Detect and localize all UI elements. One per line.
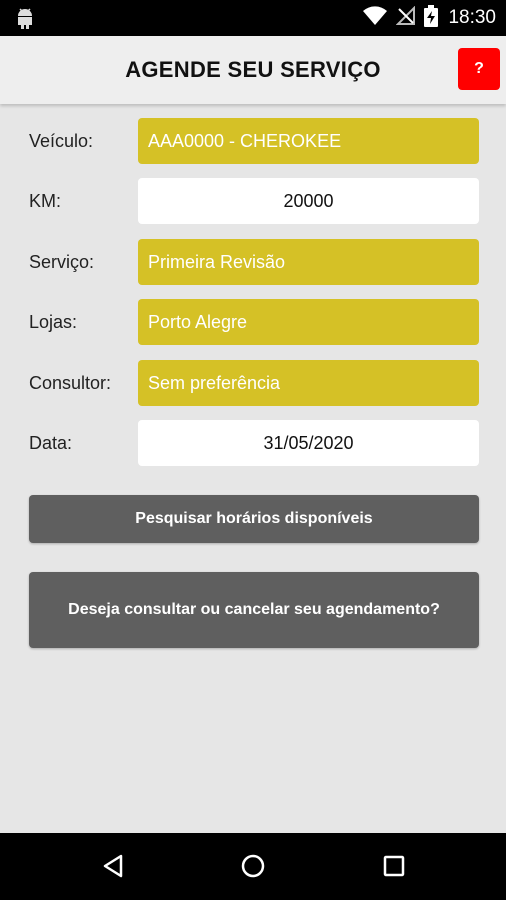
help-button[interactable]: ?: [458, 48, 500, 90]
status-time: 18:30: [448, 7, 496, 28]
veiculo-select[interactable]: AAA0000 - CHEROKEE: [138, 118, 479, 164]
app-bar: AGENDE SEU SERVIÇO ?: [0, 36, 506, 104]
search-times-button[interactable]: Pesquisar horários disponíveis: [29, 495, 479, 543]
wifi-icon: [362, 5, 388, 31]
consultor-label: Consultor:: [29, 373, 112, 393]
page-title: AGENDE SEU SERVIÇO: [125, 57, 381, 82]
android-icon: [14, 6, 36, 35]
form-row-km: KM: 20000: [0, 178, 506, 224]
servico-select[interactable]: Primeira Revisão: [138, 239, 479, 285]
servico-label: Serviço:: [29, 252, 95, 272]
status-bar: 18:30: [0, 0, 506, 36]
veiculo-label: Veículo:: [29, 131, 94, 151]
km-label: KM:: [29, 191, 62, 211]
battery-charging-icon: [424, 4, 439, 32]
recents-icon[interactable]: [381, 853, 407, 884]
manage-booking-button[interactable]: Deseja consultar ou cancelar seu agendam…: [29, 572, 479, 648]
form-row-consultor: Consultor: Sem preferência: [0, 360, 506, 406]
lojas-label: Lojas:: [29, 312, 78, 332]
home-icon[interactable]: [240, 853, 266, 884]
consultor-select[interactable]: Sem preferência: [138, 360, 479, 406]
form-row-lojas: Lojas: Porto Alegre: [0, 299, 506, 345]
no-signal-icon: [396, 5, 416, 31]
km-input[interactable]: 20000: [138, 178, 479, 224]
data-label: Data:: [29, 433, 73, 453]
lojas-select[interactable]: Porto Alegre: [138, 299, 479, 345]
back-icon[interactable]: [100, 853, 126, 884]
nav-bar: [0, 833, 506, 900]
form-row-data: Data: 31/05/2020: [0, 420, 506, 466]
form-row-veiculo: Veículo: AAA0000 - CHEROKEE: [0, 118, 506, 164]
form-row-servico: Serviço: Primeira Revisão: [0, 239, 506, 285]
data-input[interactable]: 31/05/2020: [138, 420, 479, 466]
